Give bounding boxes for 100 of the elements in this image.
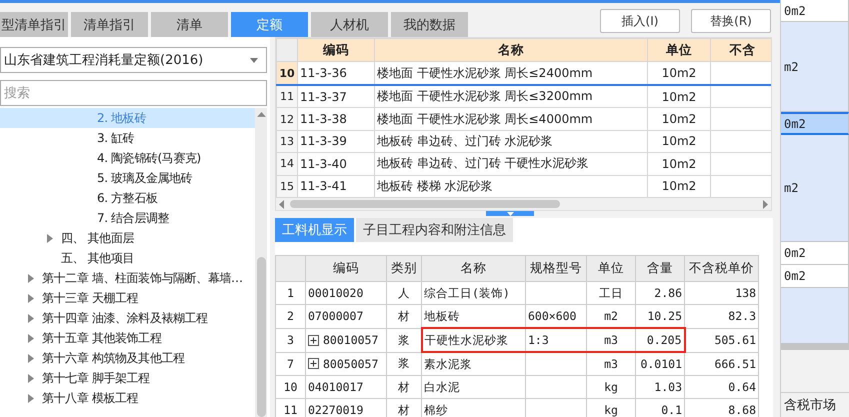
tree-item[interactable]: 6. 方整石板 — [97, 190, 158, 206]
table-cell: 600×600 — [526, 304, 586, 328]
row-number: 1 — [276, 282, 306, 304]
tree-item[interactable]: 第十五章 其他装饰工程 — [42, 330, 162, 346]
expand-arrow-icon[interactable] — [28, 314, 34, 322]
table-cell: 80050057 — [323, 356, 378, 371]
caret-icon — [250, 58, 258, 62]
table-cell: 地板砖 串边砖、过门砖 水泥砂浆 — [374, 130, 648, 153]
table-cell: 11-3-40 — [298, 152, 374, 176]
table-cell: m2 — [781, 22, 849, 112]
table-cell: 2.86 — [636, 282, 684, 304]
expand-arrow-icon[interactable] — [28, 294, 34, 302]
table-cell: 11-3-37 — [298, 84, 374, 108]
tab[interactable]: 子目工程内容和附注信息 — [356, 218, 513, 242]
replace-button[interactable]: 替换(R) — [691, 9, 771, 33]
tree-item[interactable]: 5. 玻璃及金属地砖 — [97, 170, 192, 186]
table-cell: 11-3-39 — [298, 130, 374, 153]
table-cell: 0.205 — [636, 328, 684, 352]
expand-arrow-icon[interactable] — [28, 394, 34, 402]
tab[interactable]: 型清单指引 — [0, 12, 68, 37]
table-cell: 10m2 — [648, 84, 710, 108]
tree-item[interactable]: 第十三章 天棚工程 — [42, 290, 138, 306]
expand-arrow-icon[interactable] — [28, 374, 34, 382]
column-header: 单位 — [586, 256, 636, 282]
expand-plus-icon[interactable] — [308, 334, 319, 346]
table-cell: 楼地面 干硬性水泥砂浆 周长≤3200mm — [374, 84, 648, 108]
table-cell: 10m2 — [648, 108, 710, 130]
row-number: 10 — [276, 62, 298, 85]
tree-item[interactable]: 第十四章 油漆、涂料及裱糊工程 — [42, 310, 208, 326]
tree-item[interactable]: 第十二章 墙、柱面装饰与隔断、幕墙… — [42, 270, 243, 286]
tree-item[interactable]: 4. 陶瓷锦砖(马赛克) — [97, 150, 201, 166]
table-cell: 浆 — [386, 352, 422, 376]
tab[interactable]: 我的数据 — [391, 12, 468, 37]
column-header: 编码 — [306, 256, 386, 282]
table-cell: 地板砖 — [422, 304, 526, 328]
tree-item[interactable]: 第十七章 脚手架工程 — [42, 370, 150, 386]
table-cell: 00010020 — [308, 286, 364, 300]
insert-button[interactable]: 插入(I) — [600, 9, 680, 33]
table-cell: 1.03 — [636, 376, 684, 398]
table-cell: 干硬性水泥砂浆 — [422, 328, 526, 352]
row-number: 2 — [276, 304, 306, 328]
row-number: 15 — [276, 175, 298, 198]
scroll-up-icon[interactable] — [256, 112, 266, 117]
table-cell — [526, 352, 586, 376]
table-cell: 1:3 — [526, 328, 586, 352]
expand-plus-icon[interactable] — [308, 358, 319, 370]
table-cell: kg — [586, 376, 636, 398]
row-number: 11 — [276, 398, 306, 417]
table-cell: 综合工日(装饰) — [422, 282, 526, 304]
search-field[interactable]: 搜索 — [0, 80, 267, 106]
table-cell: 505.61 — [684, 328, 758, 352]
expand-arrow-icon[interactable] — [28, 274, 34, 282]
scroll-right-icon[interactable] — [763, 200, 768, 208]
scroll-left-icon[interactable] — [279, 200, 284, 208]
table-cell: 棉纱 — [422, 398, 526, 417]
scrollbar-thumb[interactable] — [290, 200, 560, 208]
table-cell: 82.3 — [684, 304, 758, 328]
column-header: 编码 — [298, 38, 374, 62]
table-cell: 11-3-36 — [298, 62, 374, 85]
table-cell: 0m2 — [781, 242, 849, 265]
table-cell: 工日 — [586, 282, 636, 304]
tree-item[interactable]: 第十六章 构筑物及其他工程 — [42, 350, 185, 366]
column-header: 不含 — [710, 38, 771, 62]
expand-arrow-icon[interactable] — [28, 354, 34, 362]
column-header: 不含税单价 — [684, 256, 758, 282]
column-header: 名称 — [374, 38, 648, 62]
table-cell: 人 — [386, 282, 422, 304]
tree-item[interactable]: 五、 其他项目 — [61, 250, 134, 266]
row-number: 11 — [276, 84, 298, 108]
table-cell: 楼地面 干硬性水泥砂浆 周长≤4000mm — [374, 108, 648, 130]
expand-arrow-icon[interactable] — [47, 234, 53, 242]
table-cell: 地板砖 串边砖、过门砖 干硬性水泥砂浆 — [374, 152, 648, 176]
table-cell: 材 — [386, 376, 422, 398]
table-cell: m3 — [586, 352, 636, 376]
row-number: 12 — [276, 108, 298, 130]
tab[interactable]: 清单指引 — [71, 12, 148, 37]
scrollbar-thumb[interactable] — [256, 256, 266, 417]
column-header: 类别 — [386, 256, 422, 282]
tree-item[interactable]: 3. 缸砖 — [97, 130, 134, 146]
scrollbar[interactable] — [255, 108, 267, 417]
table-cell: 白水泥 — [422, 376, 526, 398]
tab[interactable]: 清单 — [151, 12, 228, 37]
table-cell: 0.0101 — [636, 352, 684, 376]
row-number: 13 — [276, 130, 298, 153]
tree-item[interactable]: 四、 其他面层 — [61, 230, 134, 246]
scrollbar[interactable] — [781, 344, 849, 350]
splitter-handle[interactable] — [486, 211, 534, 216]
table-cell: 10m2 — [648, 152, 710, 176]
tab[interactable]: 人材机 — [311, 12, 388, 37]
table-cell: 素水泥浆 — [422, 352, 526, 376]
table-cell: 材 — [386, 304, 422, 328]
table-cell: 04010017 — [308, 380, 364, 394]
row-number: 14 — [276, 152, 298, 176]
expand-arrow-icon[interactable] — [28, 334, 34, 342]
table-cell — [526, 376, 586, 398]
table-cell: 666.51 — [684, 352, 758, 376]
table-cell: m2 — [781, 135, 849, 242]
tree-item[interactable]: 第十八章 模板工程 — [42, 390, 138, 406]
quota-dropdown[interactable]: 山东省建筑工程消耗量定额(2016) — [0, 47, 267, 73]
tree-item[interactable]: 7. 结合层调整 — [97, 210, 170, 226]
